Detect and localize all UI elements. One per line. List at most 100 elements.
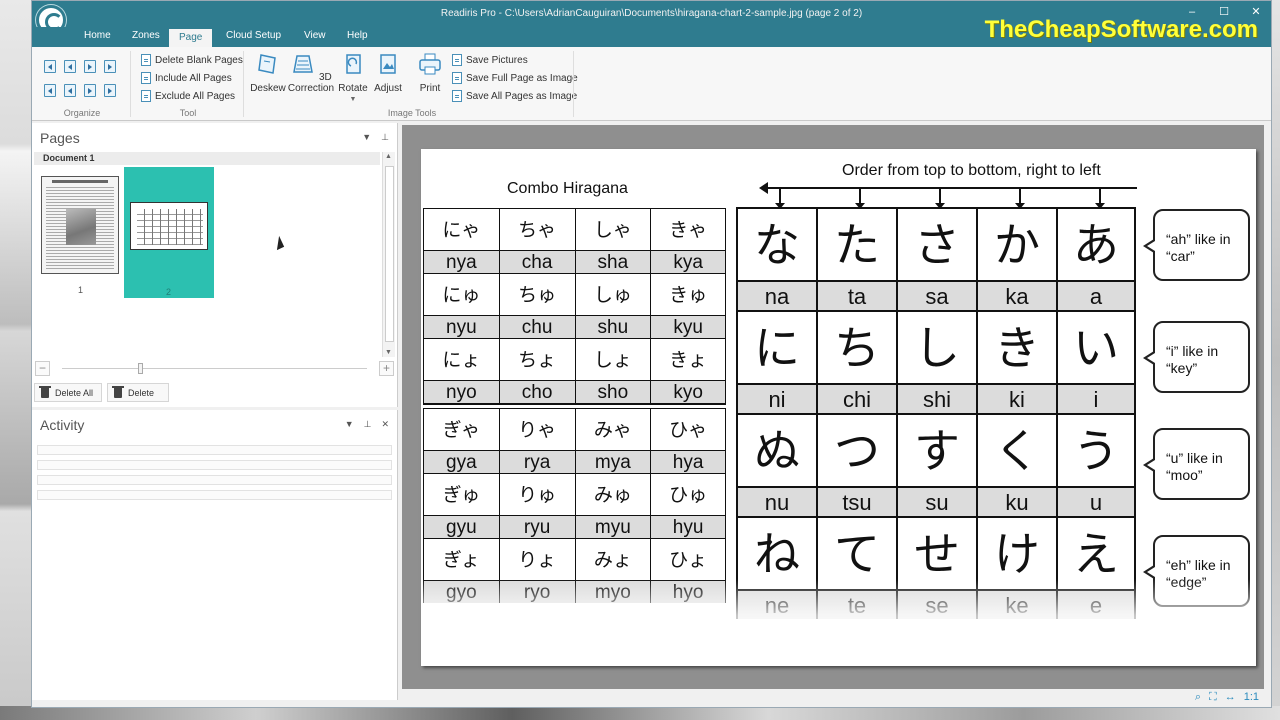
tab-home[interactable]: Home <box>74 27 121 47</box>
rotate-label: Rotate <box>338 83 368 94</box>
kana-cell: しゃ <box>574 208 651 250</box>
mouse-cursor-icon <box>271 235 285 251</box>
rotate-dropdown-icon[interactable]: ▼ <box>336 94 370 105</box>
tab-cloud-setup[interactable]: Cloud Setup <box>216 27 291 47</box>
zoom-level[interactable]: 1:1 <box>1244 691 1259 704</box>
zoom-in-icon[interactable]: + <box>379 361 394 376</box>
kana-cell: す <box>896 413 976 486</box>
thumbnail-area: 1 2 <box>34 165 380 355</box>
romaji-row: ni chi shi ki i <box>736 383 1140 413</box>
kana-cell: ちゅ <box>498 273 575 315</box>
tab-view[interactable]: View <box>294 27 336 47</box>
scroll-down-icon[interactable]: ▼ <box>385 349 392 356</box>
exclude-all-pages-button[interactable]: Exclude All Pages <box>141 88 235 104</box>
page-view[interactable]: Combo Hiragana Order from top to bottom,… <box>402 125 1264 689</box>
save-full-page-label: Save Full Page as Image <box>466 72 578 84</box>
tab-page[interactable]: Page <box>169 27 213 47</box>
romaji-cell: cha <box>498 250 575 273</box>
page-thumbnail-1[interactable] <box>41 176 119 274</box>
pages-panel-tools: ▼ ⊥ <box>362 132 389 143</box>
kana-cell: りゅ <box>498 473 575 515</box>
save-all-pages-icon <box>452 90 462 102</box>
print-label: Print <box>419 83 441 94</box>
kana-cell: つ <box>816 413 896 486</box>
romaji-cell: sa <box>896 280 976 310</box>
next-page-icon[interactable] <box>84 60 96 73</box>
kana-cell: しょ <box>574 338 651 380</box>
romaji-cell: na <box>736 280 816 310</box>
kana-row: なたさかあ <box>736 207 1140 280</box>
kana-row: にゃ ちゃ しゃ きゃ <box>423 208 726 250</box>
fit-width-icon[interactable]: ↔ <box>1225 691 1236 704</box>
pages-scrollbar[interactable]: ▲ ▼ <box>382 152 395 357</box>
rotate-button[interactable]: Rotate ▼ <box>336 51 370 105</box>
zoom-slider-knob[interactable] <box>138 363 143 374</box>
panel-menu-icon[interactable]: ▼ <box>362 132 371 143</box>
page-thumbnail-2[interactable]: 2 <box>124 167 214 298</box>
thumbnail-grid <box>137 209 203 245</box>
note-line-2: “key” <box>1166 360 1198 376</box>
save-pictures-button[interactable]: Save Pictures <box>452 52 528 68</box>
rotate-icon <box>346 54 361 74</box>
delete-blank-pages-label: Delete Blank Pages <box>155 54 243 66</box>
zoom-out-icon[interactable]: − <box>35 361 50 376</box>
first-page-icon[interactable] <box>44 60 56 73</box>
delete-all-label: Delete All <box>55 387 94 398</box>
romaji-cell: kyo <box>650 380 726 403</box>
desktop-background-bottom <box>0 706 1280 720</box>
column-arrow <box>775 188 785 209</box>
save-all-pages-label: Save All Pages as Image <box>466 90 578 102</box>
pin-icon[interactable]: ⊥ <box>364 419 372 430</box>
3d-correction-button[interactable]: 3D Correction <box>287 51 335 94</box>
thumbnail-headline <box>52 180 108 183</box>
save-all-pages-button[interactable]: Save All Pages as Image <box>452 88 577 104</box>
kana-cell: りょ <box>498 538 575 580</box>
kana-cell: にょ <box>423 338 499 380</box>
kana-cell: な <box>736 207 816 280</box>
delete-all-button[interactable]: Delete All <box>34 383 103 402</box>
kana-cell: きゅ <box>650 273 726 315</box>
move-page-down-icon[interactable] <box>84 84 96 97</box>
document-header[interactable]: Document 1 <box>34 152 380 165</box>
panel-menu-icon[interactable]: ▼ <box>345 419 354 430</box>
save-full-page-button[interactable]: Save Full Page as Image <box>452 70 578 86</box>
previous-page-icon[interactable] <box>64 60 76 73</box>
last-page-icon[interactable] <box>104 60 116 73</box>
move-page-first-icon[interactable] <box>64 84 76 97</box>
romaji-cell: ryu <box>498 515 575 538</box>
print-button[interactable]: Print <box>413 51 447 94</box>
move-page-up-icon[interactable] <box>44 84 56 97</box>
close-panel-icon[interactable]: ✕ <box>381 419 389 430</box>
romaji-cell: nu <box>736 486 816 516</box>
romaji-cell: rya <box>498 450 575 473</box>
tab-zones[interactable]: Zones <box>122 27 170 47</box>
scrollbar-thumb[interactable] <box>385 166 394 342</box>
romaji-cell: tsu <box>816 486 896 516</box>
include-all-pages-icon <box>141 72 151 84</box>
fit-page-icon[interactable]: ⛶ <box>1209 691 1217 704</box>
zoom-slider-track[interactable] <box>62 368 367 369</box>
move-page-last-icon[interactable] <box>104 84 116 97</box>
pronunciation-note: “ah” like in “car” <box>1143 209 1250 281</box>
kana-row: ぎゅ りゅ みゅ ひゅ <box>423 473 726 515</box>
order-arrow-head <box>759 182 768 194</box>
kana-cell: みゃ <box>574 408 651 450</box>
activity-row <box>37 460 392 470</box>
pin-icon[interactable]: ⊥ <box>381 132 389 143</box>
romaji-cell: myu <box>574 515 651 538</box>
romaji-row: nya cha sha kya <box>423 250 726 273</box>
delete-blank-pages-button[interactable]: Delete Blank Pages <box>141 52 243 68</box>
scroll-up-icon[interactable]: ▲ <box>385 153 392 160</box>
deskew-label: Deskew <box>250 83 286 94</box>
include-all-pages-label: Include All Pages <box>155 72 232 84</box>
order-arrow-line <box>767 187 1137 189</box>
search-icon[interactable]: ⌕ <box>1195 691 1201 704</box>
column-arrow <box>1095 188 1105 209</box>
activity-panel: Activity ▼ ⊥ ✕ <box>32 410 398 700</box>
tab-help[interactable]: Help <box>337 27 378 47</box>
include-all-pages-button[interactable]: Include All Pages <box>141 70 232 86</box>
deskew-button[interactable]: Deskew <box>249 51 287 94</box>
adjust-button[interactable]: Adjust <box>371 51 405 94</box>
delete-button[interactable]: Delete <box>107 383 170 402</box>
ribbon-separator <box>573 51 574 117</box>
